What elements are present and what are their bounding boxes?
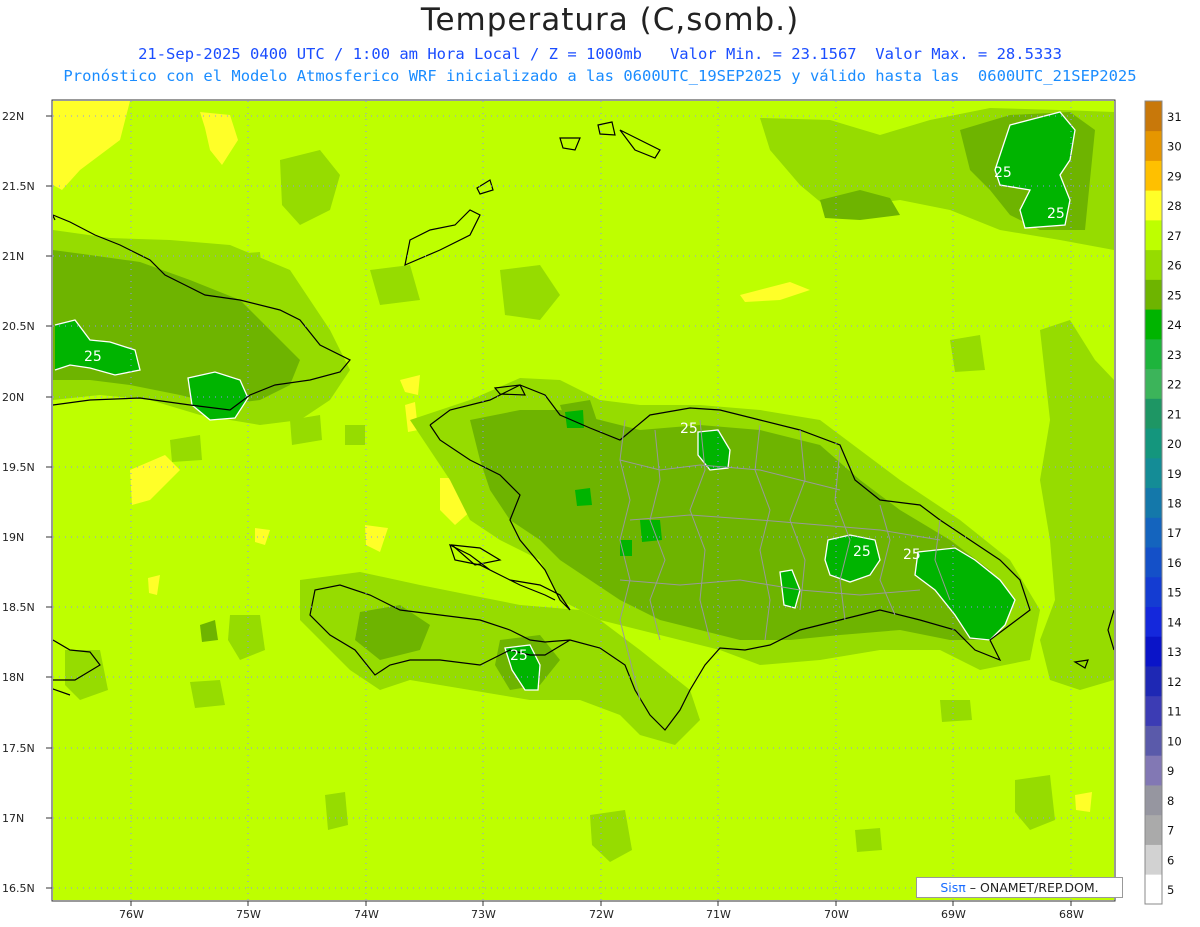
colorbar-label: 26 [1167, 259, 1182, 273]
contour-label: 25 [510, 648, 528, 664]
contour-label: 25 [1047, 206, 1065, 222]
latitude-axis: 22N 21.5N 21N 20.5N 20N 19.5N 19N 18.5N … [2, 110, 35, 895]
lat-label: 19.5N [2, 461, 35, 474]
lat-label: 20.5N [2, 320, 35, 333]
colorbar-swatch [1145, 576, 1162, 607]
colorbar-label: 21 [1167, 407, 1182, 421]
lat-label: 19N [2, 531, 24, 544]
colorbar-swatch [1145, 338, 1162, 370]
colorbar-label: 28 [1167, 199, 1182, 213]
colorbar-swatch [1145, 636, 1162, 667]
colorbar-swatch [1145, 279, 1162, 310]
lat-label: 20N [2, 391, 24, 404]
contour-label: 25 [994, 165, 1012, 181]
colorbar-label: 8 [1167, 794, 1174, 808]
colorbar-label: 13 [1167, 645, 1182, 659]
colorbar-label: 14 [1167, 615, 1182, 629]
longitude-axis: 76W 75W 74W 73W 72W 71W 70W 69W 68W [119, 908, 1084, 921]
colorbar-label: 15 [1167, 586, 1182, 600]
colorbar-swatch [1145, 695, 1162, 726]
colorbar-label: 16 [1167, 556, 1182, 570]
credit-brand: Sisπ [940, 880, 966, 895]
colorbar: 31 30 29 28 27 26 25 24 23 22 21 20 19 18 17 16 15 14 13 12… [1144, 100, 1182, 905]
contour-label: 25 [853, 544, 871, 560]
colorbar-label: 24 [1167, 318, 1182, 332]
lon-label: 73W [471, 908, 496, 921]
colorbar-label: 18 [1167, 497, 1182, 511]
colorbar-label: 17 [1167, 526, 1182, 540]
colorbar-label: 20 [1167, 437, 1182, 451]
lat-label: 18N [2, 671, 24, 684]
lon-label: 72W [589, 908, 614, 921]
credit-text: – ONAMET/REP.DOM. [969, 880, 1099, 895]
colorbar-swatch [1145, 844, 1162, 875]
colorbar-label: 10 [1167, 734, 1182, 748]
colorbar-label: 25 [1167, 288, 1182, 302]
lon-label: 76W [119, 908, 144, 921]
colorbar-label: 22 [1167, 378, 1182, 392]
lat-label: 21.5N [2, 180, 35, 193]
lon-label: 70W [824, 908, 849, 921]
colorbar-swatch [1145, 160, 1162, 191]
colorbar-swatch [1145, 130, 1162, 161]
colorbar-label: 11 [1167, 705, 1182, 719]
lon-label: 74W [354, 908, 379, 921]
colorbar-label: 6 [1167, 853, 1174, 867]
colorbar-swatch [1145, 249, 1162, 280]
colorbar-swatch [1145, 725, 1162, 756]
lat-label: 16.5N [2, 882, 35, 895]
colorbar-swatch [1145, 547, 1162, 578]
colorbar-label: 29 [1167, 169, 1182, 183]
colorbar-swatch [1145, 606, 1162, 637]
colorbar-label: 31 [1167, 110, 1182, 124]
lat-label: 17.5N [2, 742, 35, 755]
temperature-map: 25 25 25 25 25 25 25 22N 21.5N 21N 20.5N… [2, 99, 1182, 921]
lon-label: 75W [236, 908, 261, 921]
colorbar-swatch [1145, 517, 1162, 548]
colorbar-swatch [1145, 368, 1162, 399]
colorbar-swatch [1145, 190, 1162, 221]
lon-label: 69W [941, 908, 966, 921]
colorbar-label: 5 [1167, 883, 1174, 897]
colorbar-label: 9 [1167, 764, 1174, 778]
lat-label: 21N [2, 250, 24, 263]
lat-label: 17N [2, 812, 24, 825]
colorbar-swatch [1145, 428, 1162, 459]
contour-label: 25 [680, 421, 698, 437]
plot-area: 25 25 25 25 25 25 25 [53, 101, 1114, 900]
colorbar-swatch [1145, 755, 1162, 786]
colorbar-swatch [1145, 457, 1162, 489]
colorbar-swatch [1145, 309, 1162, 340]
colorbar-swatch [1145, 666, 1162, 697]
colorbar-swatch [1145, 219, 1162, 251]
colorbar-swatch [1145, 814, 1162, 845]
colorbar-swatch [1145, 874, 1162, 905]
colorbar-label: 23 [1167, 348, 1182, 362]
lon-label: 71W [706, 908, 731, 921]
colorbar-swatch [1145, 101, 1162, 132]
lat-label: 18.5N [2, 601, 35, 614]
lon-label: 68W [1059, 908, 1084, 921]
colorbar-label: 12 [1167, 675, 1182, 689]
colorbar-label: 30 [1167, 140, 1182, 154]
colorbar-swatch [1145, 785, 1162, 816]
colorbar-label: 7 [1167, 824, 1174, 838]
colorbar-label: 19 [1167, 467, 1182, 481]
contour-label: 25 [903, 547, 921, 563]
colorbar-label: 27 [1167, 229, 1182, 243]
contour-label: 25 [84, 349, 102, 365]
colorbar-swatch [1145, 487, 1162, 518]
colorbar-swatch [1145, 398, 1162, 429]
credit-box: Sisπ – ONAMET/REP.DOM. [916, 877, 1123, 898]
lat-label: 22N [2, 110, 24, 123]
